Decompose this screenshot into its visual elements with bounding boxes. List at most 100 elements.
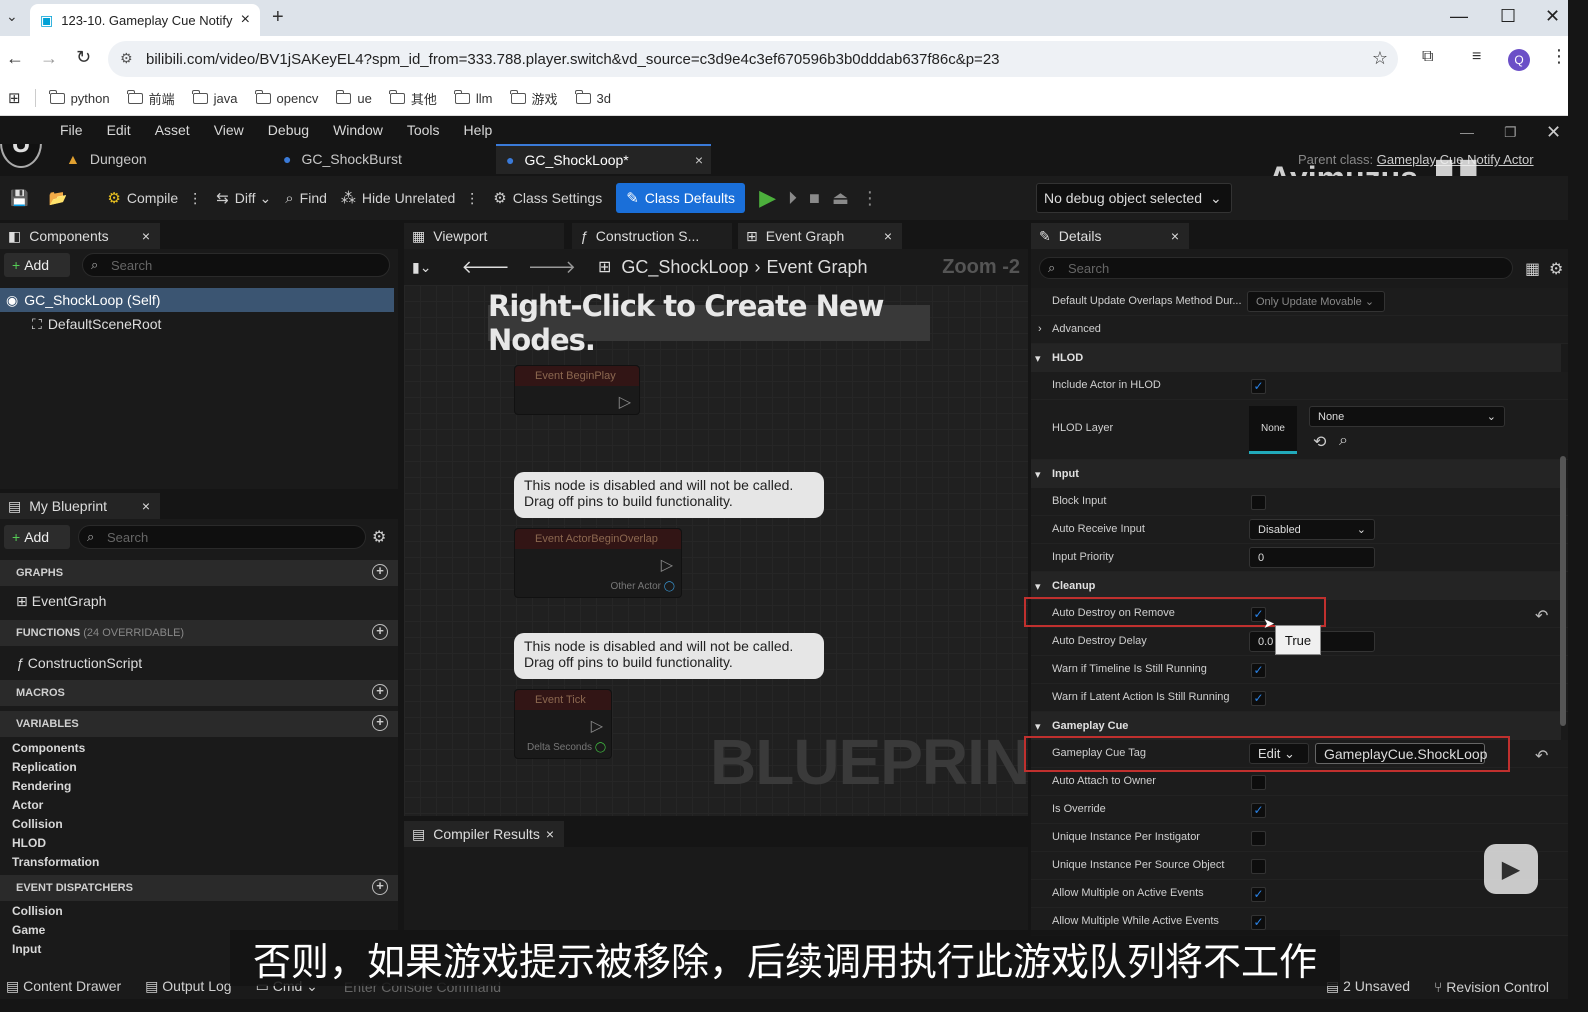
exec-pin-icon[interactable]: ▷ [661,555,673,575]
url-bar[interactable]: ⚙ bilibili.com/video/BV1jSAKeyEL4?spm_id… [108,41,1398,77]
hide-unrelated-button[interactable]: ⁂ Hide Unrelated ⋮ [341,189,479,208]
section-hlod[interactable]: ▾ HLOD [1031,344,1561,372]
ue-restore-icon[interactable]: ❐ [1504,124,1517,141]
allow-multiple-active-checkbox[interactable]: ✓ [1251,887,1266,902]
block-input-checkbox[interactable] [1251,495,1266,510]
minimize-icon[interactable]: — [1450,6,1468,27]
dispatcher-category[interactable]: Collision [12,904,63,918]
browser-tab-active[interactable]: ▣ 123-10. Gameplay Cue Notify × [30,4,260,36]
use-selected-icon[interactable]: ⟲ [1313,432,1326,452]
bilibili-tv-icon[interactable]: ▶ [1484,844,1538,894]
details-scrollbar[interactable] [1560,456,1566,726]
my-blueprint-search-input[interactable]: ⌕ Search [78,525,366,549]
tab-close-icon[interactable]: × [546,826,554,842]
menu-window[interactable]: Window [333,122,383,138]
unique-source-checkbox[interactable] [1251,859,1266,874]
tab-close-icon[interactable]: × [142,228,150,244]
tab-close-icon[interactable]: × [241,11,250,29]
is-override-checkbox[interactable]: ✓ [1251,803,1266,818]
tab-event-graph[interactable]: ⊞ Event Graph × [738,223,902,249]
unique-instigator-checkbox[interactable] [1251,831,1266,846]
class-settings-button[interactable]: ⚙ Class Settings [493,189,602,207]
add-variable-icon[interactable]: + [372,715,388,731]
pin-other-actor[interactable]: Other Actor ◯ [610,581,675,592]
warn-latent-checkbox[interactable]: ✓ [1251,691,1266,706]
variable-category[interactable]: Transformation [12,855,99,869]
section-event-dispatchers[interactable]: EVENT DISPATCHERS + [0,875,398,901]
menu-view[interactable]: View [214,122,244,138]
hlod-layer-dropdown[interactable]: None ⌄ [1309,406,1505,427]
back-icon[interactable]: ← [6,48,24,69]
doctab-shockburst[interactable]: ● GC_ShockBurst [273,144,493,174]
more-options-icon[interactable]: ⋮ [465,190,479,207]
browse-icon[interactable]: 📂 [49,189,74,207]
add-function-icon[interactable]: + [372,624,388,640]
play-icon[interactable]: ▶ [759,185,776,211]
menu-asset[interactable]: Asset [155,122,190,138]
step-icon[interactable]: ⏵ [788,188,797,209]
variable-category[interactable]: Components [12,741,85,755]
doctab-shockloop[interactable]: ● GC_ShockLoop* × [496,144,711,174]
reset-to-default-icon[interactable]: ↶ [1535,606,1548,626]
exec-pin-icon[interactable]: ▷ [591,716,603,736]
components-search-input[interactable]: ⌕ Search [82,253,390,277]
dispatcher-category[interactable]: Game [12,923,45,937]
component-self-item[interactable]: ◉ GC_ShockLoop (Self) [0,288,394,312]
add-macro-icon[interactable]: + [372,684,388,700]
node-event-actor-begin-overlap[interactable]: Event ActorBeginOverlap ▷ Other Actor ◯ [514,528,682,598]
variable-category[interactable]: Rendering [12,779,71,793]
node-event-tick[interactable]: Event Tick ▷ Delta Seconds ◯ [514,689,612,759]
maximize-icon[interactable]: ☐ [1500,6,1516,27]
dispatcher-category[interactable]: Input [12,942,41,956]
media-icon[interactable]: ≡ [1472,48,1481,66]
bookmark-games[interactable]: 游戏 [510,89,558,108]
bookmark-3d[interactable]: 3d [575,89,611,106]
section-graphs[interactable]: GRAPHS + [0,560,398,586]
bookmark-java[interactable]: java [192,89,238,106]
compile-options-icon[interactable]: ⋮ [188,190,202,207]
include-actor-hlod-checkbox[interactable]: ✓ [1251,379,1266,394]
add-dispatcher-icon[interactable]: + [372,879,388,895]
warn-timeline-checkbox[interactable]: ✓ [1251,663,1266,678]
tab-close-icon[interactable]: × [142,498,150,514]
menu-edit[interactable]: Edit [107,122,131,138]
tab-close-icon[interactable]: × [1171,228,1179,244]
play-options-icon[interactable]: ⋮ [861,188,879,209]
new-tab-button[interactable]: + [272,6,284,29]
components-add-button[interactable]: + Add [4,253,70,277]
profile-avatar[interactable]: Q [1508,49,1530,71]
auto-attach-checkbox[interactable] [1251,775,1266,790]
class-defaults-button[interactable]: ✎ Class Defaults [616,183,746,213]
variable-category[interactable]: Actor [12,798,43,812]
section-macros[interactable]: MACROS + [0,680,398,706]
debug-object-dropdown[interactable]: No debug object selected ⌄ [1036,183,1232,213]
tab-construction-script[interactable]: ƒ Construction S... [572,223,732,249]
eject-icon[interactable]: ⏏ [832,188,849,209]
apps-grid-icon[interactable]: ⊞ [8,89,21,107]
section-functions[interactable]: FUNCTIONS (24 OVERRIDABLE) + [0,620,398,646]
node-event-beginplay[interactable]: Event BeginPlay ▷ [514,365,640,415]
bookmark-other[interactable]: 其他 [389,89,437,108]
details-tab[interactable]: ✎ Details × [1031,223,1189,249]
allow-multiple-while-checkbox[interactable]: ✓ [1251,915,1266,930]
compiler-results-tab[interactable]: ▤ Compiler Results × [404,821,564,847]
bookmark-ue[interactable]: ue [335,89,372,106]
revision-control-button[interactable]: ⑂ Revision Control [1434,979,1549,995]
add-graph-icon[interactable]: + [372,564,388,580]
settings-gear-icon[interactable]: ⚙ [1549,259,1563,279]
browse-asset-icon[interactable]: ⌕ [1339,432,1348,450]
breadcrumb-graph[interactable]: Event Graph [767,257,868,278]
find-button[interactable]: ⌕ Find [285,190,327,207]
exec-pin-icon[interactable]: ▷ [619,392,631,412]
section-cleanup[interactable]: ▾ Cleanup [1031,572,1561,600]
variable-category[interactable]: HLOD [12,836,46,850]
diff-button[interactable]: ⇆ Diff ⌄ [216,189,271,208]
event-graph-item[interactable]: ⊞ EventGraph [16,593,106,610]
menu-file[interactable]: File [60,122,83,138]
settings-gear-icon[interactable]: ⚙ [372,527,386,547]
section-variables[interactable]: VARIABLES + [0,711,398,737]
pin-delta-seconds[interactable]: Delta Seconds ◯ [527,742,606,753]
extensions-icon[interactable]: ⧉ [1422,48,1433,66]
section-input[interactable]: ▾ Input [1031,460,1561,488]
graph-back-icon[interactable]: 🡐 [461,257,509,278]
